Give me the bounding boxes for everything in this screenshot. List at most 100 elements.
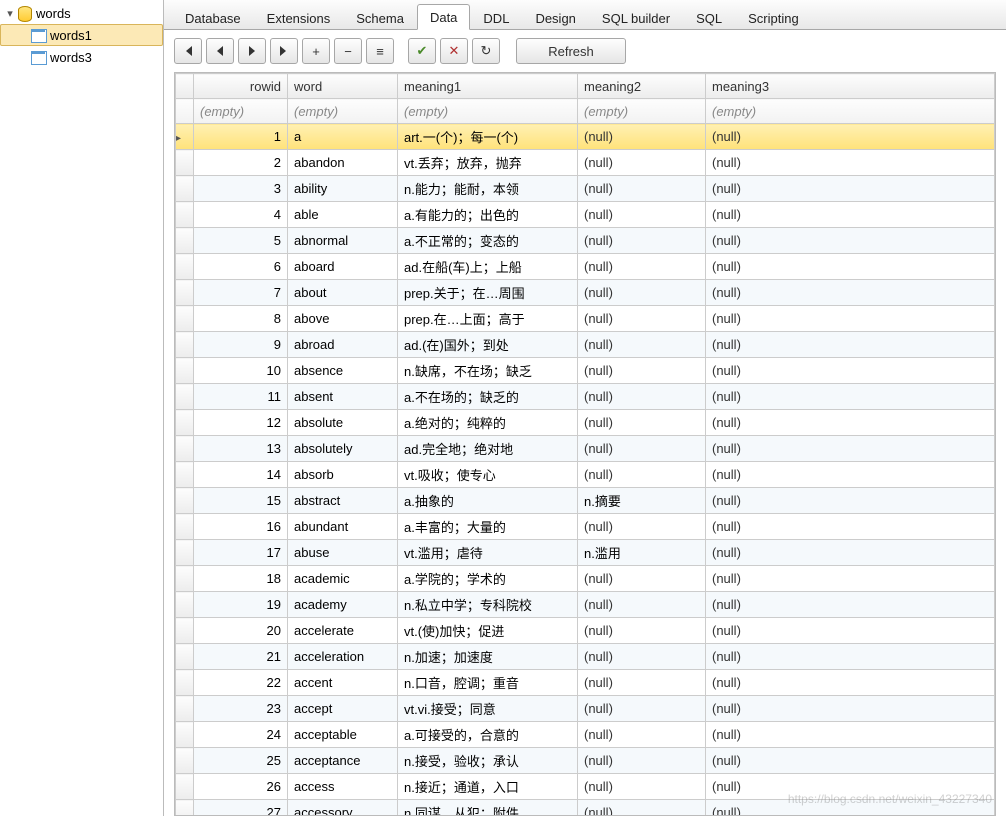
cell-meaning2[interactable]: (null) bbox=[578, 618, 706, 644]
cell-word[interactable]: abuse bbox=[288, 540, 398, 566]
cell-meaning2[interactable]: (null) bbox=[578, 670, 706, 696]
col-header-word[interactable]: word bbox=[288, 74, 398, 99]
nav-prev-button[interactable] bbox=[206, 38, 234, 64]
table-row[interactable]: 2abandonvt.丢弃；放弃，抛弃(null)(null) bbox=[176, 150, 995, 176]
cell-meaning3[interactable]: (null) bbox=[706, 514, 995, 540]
cell-word[interactable]: a bbox=[288, 124, 398, 150]
cell-meaning3[interactable]: (null) bbox=[706, 592, 995, 618]
tab-scripting[interactable]: Scripting bbox=[735, 5, 812, 30]
table-row[interactable]: 1aart.一(个)；每一(个)(null)(null) bbox=[176, 124, 995, 150]
cell-meaning1[interactable]: n.口音，腔调；重音 bbox=[398, 670, 578, 696]
cell-rowid[interactable]: 18 bbox=[194, 566, 288, 592]
cell-meaning2[interactable]: (null) bbox=[578, 566, 706, 592]
cell-word[interactable]: ability bbox=[288, 176, 398, 202]
table-row[interactable]: 18academica.学院的；学术的(null)(null) bbox=[176, 566, 995, 592]
cell-meaning1[interactable]: art.一(个)；每一(个) bbox=[398, 124, 578, 150]
cell-word[interactable]: academic bbox=[288, 566, 398, 592]
nav-last-button[interactable] bbox=[270, 38, 298, 64]
cell-meaning3[interactable]: (null) bbox=[706, 124, 995, 150]
cell-word[interactable]: abandon bbox=[288, 150, 398, 176]
cell-meaning3[interactable]: (null) bbox=[706, 254, 995, 280]
cell-rowid[interactable]: 16 bbox=[194, 514, 288, 540]
table-row[interactable]: 17abusevt.滥用；虐待n.滥用(null) bbox=[176, 540, 995, 566]
cell-meaning2[interactable]: (null) bbox=[578, 592, 706, 618]
cell-meaning2[interactable]: (null) bbox=[578, 332, 706, 358]
cell-meaning2[interactable]: (null) bbox=[578, 514, 706, 540]
cell-rowid[interactable]: 5 bbox=[194, 228, 288, 254]
cell-word[interactable]: absence bbox=[288, 358, 398, 384]
table-row[interactable]: 19academyn.私立中学；专科院校(null)(null) bbox=[176, 592, 995, 618]
table-row[interactable]: 7aboutprep.关于；在…周围(null)(null) bbox=[176, 280, 995, 306]
cell-meaning3[interactable]: (null) bbox=[706, 280, 995, 306]
cell-meaning3[interactable]: (null) bbox=[706, 800, 995, 816]
tab-database[interactable]: Database bbox=[172, 5, 254, 30]
col-header-meaning3[interactable]: meaning3 bbox=[706, 74, 995, 99]
cell-meaning3[interactable]: (null) bbox=[706, 358, 995, 384]
cell-meaning2[interactable]: (null) bbox=[578, 748, 706, 774]
cell-meaning2[interactable]: (null) bbox=[578, 150, 706, 176]
filter-meaning3[interactable]: (empty) bbox=[706, 99, 995, 124]
cell-meaning1[interactable]: n.接近；通道，入口 bbox=[398, 774, 578, 800]
cell-meaning3[interactable]: (null) bbox=[706, 436, 995, 462]
filter-meaning1[interactable]: (empty) bbox=[398, 99, 578, 124]
cell-meaning1[interactable]: a.可接受的，合意的 bbox=[398, 722, 578, 748]
cell-rowid[interactable]: 26 bbox=[194, 774, 288, 800]
filter-meaning2[interactable]: (empty) bbox=[578, 99, 706, 124]
cell-meaning1[interactable]: vt.vi.接受；同意 bbox=[398, 696, 578, 722]
cell-meaning1[interactable]: prep.关于；在…周围 bbox=[398, 280, 578, 306]
table-row[interactable]: 25acceptancen.接受，验收；承认(null)(null) bbox=[176, 748, 995, 774]
table-row[interactable]: 23acceptvt.vi.接受；同意(null)(null) bbox=[176, 696, 995, 722]
nav-next-button[interactable] bbox=[238, 38, 266, 64]
cell-meaning1[interactable]: n.缺席，不在场；缺乏 bbox=[398, 358, 578, 384]
cell-word[interactable]: about bbox=[288, 280, 398, 306]
cell-meaning2[interactable]: (null) bbox=[578, 696, 706, 722]
tab-schema[interactable]: Schema bbox=[343, 5, 417, 30]
cell-meaning3[interactable]: (null) bbox=[706, 566, 995, 592]
cell-meaning2[interactable]: (null) bbox=[578, 722, 706, 748]
cell-rowid[interactable]: 20 bbox=[194, 618, 288, 644]
cell-meaning1[interactable]: n.加速；加速度 bbox=[398, 644, 578, 670]
cell-meaning1[interactable]: ad.在船(车)上；上船 bbox=[398, 254, 578, 280]
table-row[interactable]: 21accelerationn.加速；加速度(null)(null) bbox=[176, 644, 995, 670]
cell-meaning1[interactable]: a.丰富的；大量的 bbox=[398, 514, 578, 540]
cell-word[interactable]: accent bbox=[288, 670, 398, 696]
cell-rowid[interactable]: 21 bbox=[194, 644, 288, 670]
col-header-meaning2[interactable]: meaning2 bbox=[578, 74, 706, 99]
table-row[interactable]: 13absolutelyad.完全地；绝对地(null)(null) bbox=[176, 436, 995, 462]
cell-meaning3[interactable]: (null) bbox=[706, 722, 995, 748]
cell-meaning2[interactable]: n.滥用 bbox=[578, 540, 706, 566]
col-header-meaning1[interactable]: meaning1 bbox=[398, 74, 578, 99]
cell-meaning2[interactable]: (null) bbox=[578, 254, 706, 280]
cell-word[interactable]: aboard bbox=[288, 254, 398, 280]
cell-word[interactable]: abundant bbox=[288, 514, 398, 540]
table-row[interactable]: 15abstracta.抽象的n.摘要(null) bbox=[176, 488, 995, 514]
cell-rowid[interactable]: 1 bbox=[194, 124, 288, 150]
cell-rowid[interactable]: 8 bbox=[194, 306, 288, 332]
cell-meaning1[interactable]: vt.吸收；使专心 bbox=[398, 462, 578, 488]
cell-meaning1[interactable]: ad.(在)国外；到处 bbox=[398, 332, 578, 358]
filter-rowid[interactable]: (empty) bbox=[194, 99, 288, 124]
cell-word[interactable]: accelerate bbox=[288, 618, 398, 644]
cell-word[interactable]: able bbox=[288, 202, 398, 228]
cell-meaning1[interactable]: a.绝对的；纯粹的 bbox=[398, 410, 578, 436]
cell-meaning2[interactable]: (null) bbox=[578, 176, 706, 202]
cell-rowid[interactable]: 4 bbox=[194, 202, 288, 228]
table-row[interactable]: 14absorbvt.吸收；使专心(null)(null) bbox=[176, 462, 995, 488]
add-row-button[interactable]: + bbox=[302, 38, 330, 64]
cell-meaning1[interactable]: vt.(使)加快；促进 bbox=[398, 618, 578, 644]
cell-meaning1[interactable]: n.同谋，从犯；附件 bbox=[398, 800, 578, 816]
tab-extensions[interactable]: Extensions bbox=[254, 5, 344, 30]
table-row[interactable]: 9abroadad.(在)国外；到处(null)(null) bbox=[176, 332, 995, 358]
duplicate-row-button[interactable]: ≡ bbox=[366, 38, 394, 64]
cancel-button[interactable]: ✕ bbox=[440, 38, 468, 64]
cell-word[interactable]: acceleration bbox=[288, 644, 398, 670]
cell-meaning1[interactable]: n.能力；能耐，本领 bbox=[398, 176, 578, 202]
cell-word[interactable]: acceptance bbox=[288, 748, 398, 774]
cell-word[interactable]: absent bbox=[288, 384, 398, 410]
cell-meaning3[interactable]: (null) bbox=[706, 306, 995, 332]
cell-meaning2[interactable]: (null) bbox=[578, 436, 706, 462]
table-row[interactable]: 27accessoryn.同谋，从犯；附件(null)(null) bbox=[176, 800, 995, 816]
cell-rowid[interactable]: 13 bbox=[194, 436, 288, 462]
cell-word[interactable]: accept bbox=[288, 696, 398, 722]
cell-rowid[interactable]: 14 bbox=[194, 462, 288, 488]
